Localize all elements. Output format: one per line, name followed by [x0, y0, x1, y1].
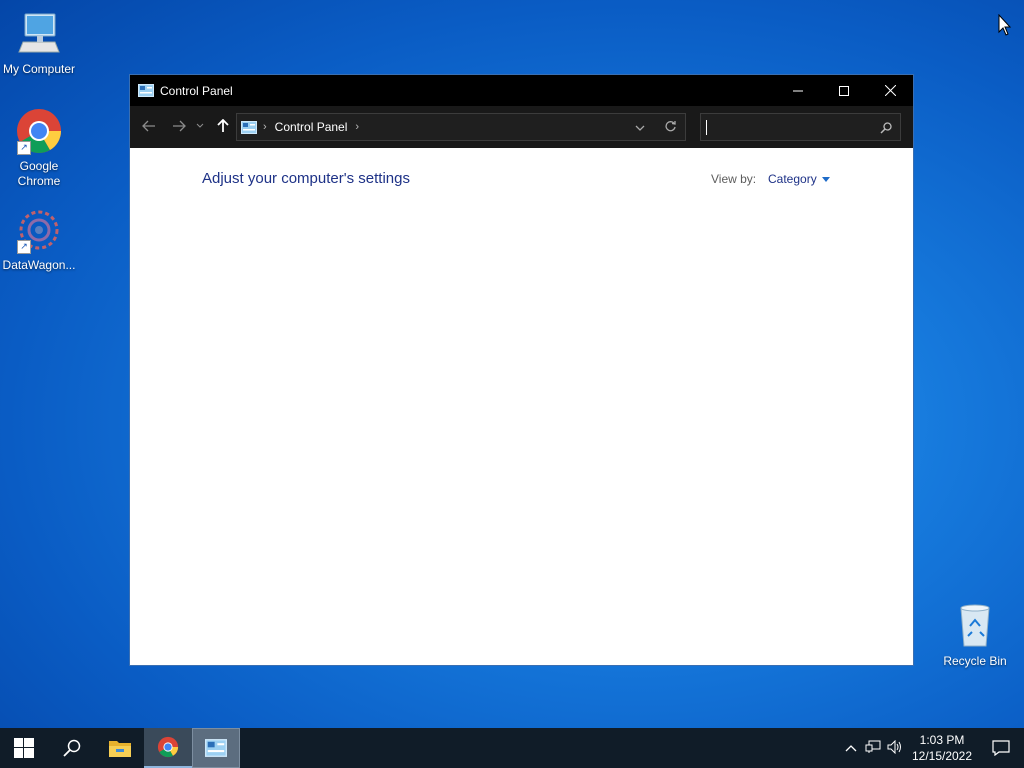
forward-button[interactable] [168, 115, 190, 137]
folder-icon [109, 741, 131, 757]
chrome-taskbar-button[interactable] [144, 728, 192, 768]
forward-arrow-icon [173, 120, 186, 132]
control-panel-icon [138, 84, 154, 97]
page-title: Adjust your computer's settings [202, 170, 410, 187]
address-bar[interactable]: › Control Panel › [236, 113, 686, 141]
chevron-down-icon [196, 123, 204, 128]
minimize-button[interactable] [775, 75, 821, 106]
refresh-icon [665, 121, 676, 132]
desktop-icon-google-chrome[interactable]: ↗ Google Chrome [0, 107, 78, 189]
desktop-icon-label: Recycle Bin [943, 654, 1007, 668]
navigation-toolbar: › Control Panel › [130, 106, 913, 148]
desktop-icon-label: My Computer [2, 62, 76, 76]
search-icon [63, 739, 81, 757]
view-by-dropdown[interactable]: Category [768, 172, 830, 186]
system-tray: 1:03 PM 12/15/2022 [840, 728, 1024, 768]
title-bar[interactable]: Control Panel [130, 75, 913, 106]
shortcut-arrow-icon: ↗ [17, 240, 31, 254]
breadcrumb-separator-icon[interactable]: › [355, 121, 359, 133]
breadcrumb-separator-icon[interactable]: › [263, 121, 267, 133]
recycle-bin-icon [951, 602, 999, 650]
notification-icon [992, 740, 1010, 756]
desktop-icon-label: DataWagon... [2, 258, 76, 272]
desktop-icon-label: Google Chrome [17, 159, 61, 188]
windows-logo-icon [14, 738, 34, 758]
datawagon-icon: ↗ [15, 206, 63, 254]
speaker-icon [887, 739, 901, 754]
control-panel-taskbar-button[interactable] [192, 728, 240, 768]
clock[interactable]: 1:03 PM 12/15/2022 [906, 732, 978, 764]
close-button[interactable] [867, 75, 913, 106]
maximize-icon [839, 85, 849, 96]
action-center-button[interactable] [978, 740, 1024, 756]
refresh-button[interactable] [664, 120, 677, 136]
network-button[interactable] [862, 740, 884, 757]
breadcrumb-control-panel[interactable]: Control Panel [275, 120, 348, 134]
start-button[interactable] [0, 728, 48, 768]
close-icon [884, 85, 896, 96]
dropdown-arrow-icon [821, 176, 830, 182]
window-title: Control Panel [160, 83, 233, 98]
file-explorer-button[interactable] [96, 728, 144, 768]
view-by-label: View by: [711, 172, 757, 186]
minimize-icon [793, 90, 803, 91]
clock-date: 12/15/2022 [911, 749, 973, 763]
view-by-value: Category [768, 172, 817, 186]
chevron-down-icon [635, 125, 645, 131]
text-caret [706, 120, 707, 135]
desktop-icon-datawagon[interactable]: ↗ DataWagon... [0, 206, 78, 273]
chrome-icon [157, 736, 179, 758]
clock-time: 1:03 PM [919, 733, 965, 747]
search-control-panel-input[interactable] [700, 113, 901, 141]
maximize-button[interactable] [821, 75, 867, 106]
up-arrow-icon [217, 119, 229, 132]
desktop-icon-recycle-bin[interactable]: Recycle Bin [936, 602, 1014, 669]
control-panel-icon [241, 120, 257, 134]
mouse-cursor-icon [998, 13, 1012, 41]
back-button[interactable] [138, 115, 160, 137]
up-button[interactable] [212, 115, 234, 137]
chevron-up-icon [845, 745, 857, 752]
network-icon [865, 740, 881, 753]
computer-icon [15, 10, 63, 58]
control-panel-window: Control Panel › Control Panel › Adjust y… [129, 74, 914, 666]
shortcut-arrow-icon: ↗ [17, 141, 31, 155]
address-dropdown-button[interactable] [635, 121, 645, 135]
chrome-icon: ↗ [15, 107, 63, 155]
recent-locations-button[interactable] [192, 115, 208, 137]
control-panel-icon [205, 739, 227, 757]
search-input[interactable] [705, 117, 874, 139]
taskbar: 1:03 PM 12/15/2022 [0, 728, 1024, 768]
desktop-icon-my-computer[interactable]: My Computer [0, 10, 78, 77]
show-hidden-icons-button[interactable] [840, 741, 862, 755]
volume-button[interactable] [884, 739, 906, 757]
back-arrow-icon [142, 120, 155, 132]
search-button[interactable] [48, 728, 96, 768]
search-icon[interactable] [880, 121, 892, 139]
